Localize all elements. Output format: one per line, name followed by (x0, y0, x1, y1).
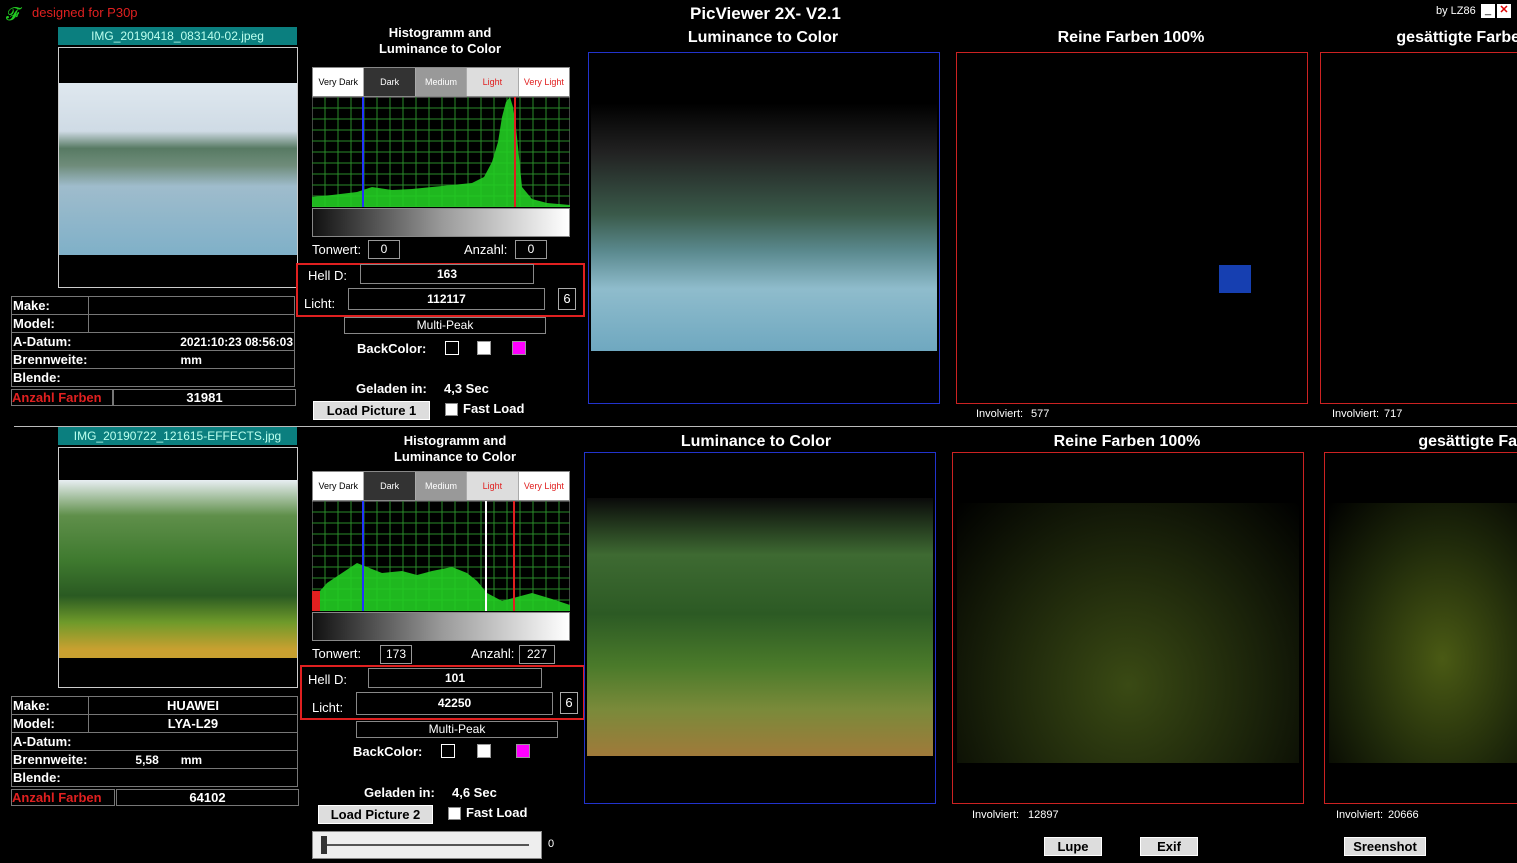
hell-input[interactable]: 163 (360, 264, 534, 284)
saturated-title: gesättigte Fa (1418, 433, 1517, 450)
backcolor-black[interactable] (441, 744, 455, 758)
luminance-gradient-bar[interactable] (312, 612, 570, 641)
thumbnail-image[interactable] (59, 480, 297, 658)
luminance-tabs: Very Dark Dark Medium Light Very Light (312, 471, 570, 501)
thumbnail-image[interactable] (59, 83, 297, 255)
color-count-value: 31981 (113, 389, 296, 406)
pure-colors-image[interactable] (957, 503, 1299, 763)
tonwert-value: 0 (368, 240, 400, 259)
color-count-label: Anzahl Farben (11, 789, 115, 806)
saturated-frame (1324, 452, 1517, 804)
multipeak-button[interactable]: Multi-Peak (356, 721, 558, 738)
pure-involved-value: 12897 (1028, 809, 1059, 821)
lupe-button[interactable]: Lupe (1044, 837, 1102, 856)
luminance-gradient-bar[interactable] (312, 208, 570, 237)
exif-table: Make: HUAWEI Model: LYA-L29 A-Datum: Brenn… (11, 696, 298, 787)
fast-load-checkbox[interactable] (448, 807, 461, 820)
app-title: PicViewer 2X- V2.1 (690, 4, 841, 23)
color-count-value: 64102 (116, 789, 299, 806)
backcolor-white[interactable] (477, 341, 491, 355)
histogram-chart (312, 97, 570, 207)
tab-very-light[interactable]: Very Light (519, 472, 569, 500)
screenshot-button[interactable]: Sreenshot (1344, 837, 1426, 856)
saturated-frame (1320, 52, 1517, 404)
luminance-frame (584, 452, 936, 804)
thumbnail-frame (58, 447, 298, 688)
pure-colors-frame (952, 452, 1304, 804)
backcolor-magenta[interactable] (512, 341, 526, 355)
saturated-title: gesättigte Farbe (1396, 29, 1517, 46)
tab-very-dark[interactable]: Very Dark (313, 472, 365, 500)
load-picture-1-button[interactable]: Load Picture 1 (313, 401, 430, 420)
pure-colors-image[interactable] (1219, 265, 1251, 293)
backcolor-white[interactable] (477, 744, 491, 758)
tab-light[interactable]: Light (467, 472, 519, 500)
licht-input[interactable]: 112117 (348, 288, 545, 310)
fast-load-checkbox[interactable] (445, 403, 458, 416)
sat-involved-value: 717 (1384, 408, 1403, 420)
designed-for-label: designed for P30p (32, 5, 138, 20)
peak-count[interactable]: 6 (558, 288, 576, 310)
minimize-button[interactable]: _ (1481, 4, 1495, 18)
licht-input[interactable]: 42250 (356, 692, 553, 715)
luminance-frame (588, 52, 940, 404)
close-icon[interactable]: ✕ (1497, 4, 1511, 18)
sat-involved-value: 20666 (1388, 809, 1419, 821)
hell-input[interactable]: 101 (368, 668, 542, 688)
pure-colors-title: Reine Farben 100% (1057, 29, 1205, 46)
tab-very-light[interactable]: Very Light (519, 68, 569, 96)
pure-involved-value: 577 (1031, 408, 1050, 420)
luminance-image[interactable] (587, 498, 933, 756)
zoom-slider[interactable] (312, 831, 542, 859)
load-picture-2-button[interactable]: Load Picture 2 (318, 805, 433, 824)
backcolor-magenta[interactable] (516, 744, 530, 758)
histogram-title: Histogramm and Luminance to Color (378, 25, 502, 56)
tab-dark[interactable]: Dark (364, 68, 416, 96)
thumbnail-frame (58, 47, 298, 288)
tab-very-dark[interactable]: Very Dark (313, 68, 365, 96)
tab-dark[interactable]: Dark (364, 472, 416, 500)
anzahl-value: 227 (519, 645, 555, 664)
multipeak-button[interactable]: Multi-Peak (344, 317, 546, 334)
filename-bar: IMG_20190418_083140-02.jpeg (58, 27, 297, 45)
author-label: by LZ86 (1436, 5, 1476, 17)
histogram-chart (312, 501, 570, 611)
slider-value: 0 (548, 838, 555, 850)
histogram-title: Histogramm and Luminance to Color (393, 433, 517, 464)
saturated-image[interactable] (1329, 503, 1517, 763)
luminance-tabs: Very Dark Dark Medium Light Very Light (312, 67, 570, 97)
app-logo: 𝓕 (6, 4, 20, 24)
pure-colors-title: Reine Farben 100% (1053, 433, 1201, 450)
tab-medium[interactable]: Medium (415, 68, 468, 96)
backcolor-black[interactable] (445, 341, 459, 355)
peak-count[interactable]: 6 (560, 692, 578, 714)
slider-handle[interactable] (321, 836, 327, 854)
luminance-title: Luminance to Color (680, 433, 832, 450)
luminance-image[interactable] (591, 103, 937, 351)
exif-button[interactable]: Exif (1140, 837, 1198, 856)
tab-light[interactable]: Light (467, 68, 519, 96)
luminance-title: Luminance to Color (687, 29, 839, 46)
filename-bar: IMG_20190722_121615-EFFECTS.jpg (58, 427, 297, 445)
tab-medium[interactable]: Medium (415, 472, 468, 500)
color-count-label: Anzahl Farben (11, 389, 113, 406)
exif-table: Make: Model: A-Datum: 2021:10:23 08:56:03… (11, 296, 295, 387)
pure-colors-frame (956, 52, 1308, 404)
anzahl-value: 0 (515, 240, 547, 259)
tonwert-value: 173 (380, 645, 412, 664)
